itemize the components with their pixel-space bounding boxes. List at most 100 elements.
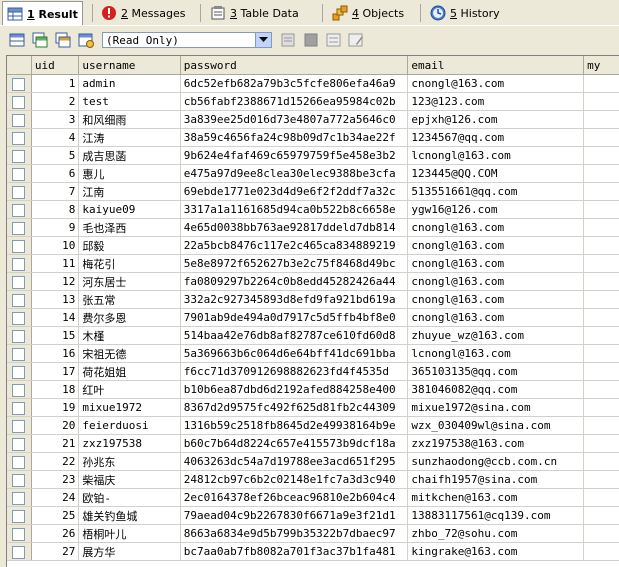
cell-more[interactable] xyxy=(583,164,619,183)
cell-password[interactable]: 9b624e4faf469c65979759f5e458e3b2 xyxy=(180,146,409,165)
export-button[interactable] xyxy=(7,30,27,50)
cell-email[interactable]: cnongl@163.com xyxy=(407,290,585,309)
cell-username[interactable]: zxz197538 xyxy=(78,434,181,453)
row-checkbox[interactable] xyxy=(12,528,25,541)
row-checkbox[interactable] xyxy=(12,384,25,397)
column-header-email[interactable]: email xyxy=(407,56,585,75)
column-header-more[interactable]: my xyxy=(583,56,619,75)
cell-password[interactable]: 7901ab9de494a0d7917c5d5ffb4bf8e0 xyxy=(180,308,409,327)
row-selector[interactable] xyxy=(7,362,32,381)
cell-more[interactable] xyxy=(583,272,619,291)
cell-username[interactable]: 惠儿 xyxy=(78,164,181,183)
table-row[interactable]: 7 江南 69ebde1771e023d4d9e6f2f2ddf7a32c 51355… xyxy=(7,182,619,201)
cell-uid[interactable]: 1 xyxy=(31,74,80,93)
row-checkbox[interactable] xyxy=(12,366,25,379)
cell-username[interactable]: 毛也泽西 xyxy=(78,218,181,237)
cell-uid[interactable]: 15 xyxy=(31,326,80,345)
cell-more[interactable] xyxy=(583,146,619,165)
cell-more[interactable] xyxy=(583,326,619,345)
cell-more[interactable] xyxy=(583,362,619,381)
row-selector[interactable] xyxy=(7,110,32,129)
cell-username[interactable]: feierduosi xyxy=(78,416,181,435)
cell-password[interactable]: b60c7b64d8224c657e415573b9dcf18a xyxy=(180,434,409,453)
cell-uid[interactable]: 19 xyxy=(31,398,80,417)
cell-username[interactable]: 孙兆东 xyxy=(78,452,181,471)
row-selector[interactable] xyxy=(7,506,32,525)
cell-username[interactable]: 成吉思菡 xyxy=(78,146,181,165)
cell-username[interactable]: 江南 xyxy=(78,182,181,201)
cell-password[interactable]: 6dc52efb682a79b3c5fcfe806efa46a9 xyxy=(180,74,409,93)
cell-more[interactable] xyxy=(583,488,619,507)
cell-uid[interactable]: 7 xyxy=(31,182,80,201)
table-row[interactable]: 14 费尔多恩 7901ab9de494a0d7917c5d5ffb4bf8e0 cn… xyxy=(7,308,619,327)
row-checkbox[interactable] xyxy=(12,186,25,199)
cell-password[interactable]: b10b6ea87dbd6d2192afed884258e400 xyxy=(180,380,409,399)
cell-more[interactable] xyxy=(583,344,619,363)
cell-password[interactable]: 3a839ee25d016d73e4807a772a5646c0 xyxy=(180,110,409,129)
row-checkbox[interactable] xyxy=(12,276,25,289)
cell-uid[interactable]: 4 xyxy=(31,128,80,147)
row-selector[interactable] xyxy=(7,74,32,93)
cell-more[interactable] xyxy=(583,236,619,255)
cell-username[interactable]: 柴福庆 xyxy=(78,470,181,489)
table-row[interactable]: 3 和风细雨 3a839ee25d016d73e4807a772a5646c0 epj… xyxy=(7,110,619,129)
cell-username[interactable]: 雄关钓鱼城 xyxy=(78,506,181,525)
table-row[interactable]: 22 孙兆东 4063263dc54a7d19788ee3acd651f295 sun… xyxy=(7,452,619,471)
cell-email[interactable]: 123445@QQ.COM xyxy=(407,164,585,183)
cell-username[interactable]: test xyxy=(78,92,181,111)
row-selector[interactable] xyxy=(7,488,32,507)
cell-uid[interactable]: 22 xyxy=(31,452,80,471)
row-selector[interactable] xyxy=(7,326,32,345)
cell-email[interactable]: kingrake@163.com xyxy=(407,542,585,561)
cell-password[interactable]: f6cc71d370912698882623fd4f4535d xyxy=(180,362,409,381)
cell-uid[interactable]: 13 xyxy=(31,290,80,309)
cell-uid[interactable]: 20 xyxy=(31,416,80,435)
cell-email[interactable]: cnongl@163.com xyxy=(407,272,585,291)
delete-row-button[interactable] xyxy=(324,30,344,50)
row-selector[interactable] xyxy=(7,344,32,363)
cell-more[interactable] xyxy=(583,254,619,273)
cell-uid[interactable]: 18 xyxy=(31,380,80,399)
row-selector[interactable] xyxy=(7,434,32,453)
column-header-password[interactable]: password xyxy=(180,56,409,75)
cell-email[interactable]: cnongl@163.com xyxy=(407,308,585,327)
row-selector[interactable] xyxy=(7,272,32,291)
row-selector[interactable] xyxy=(7,380,32,399)
cell-more[interactable] xyxy=(583,542,619,561)
row-selector[interactable] xyxy=(7,92,32,111)
cell-uid[interactable]: 2 xyxy=(31,92,80,111)
cell-more[interactable] xyxy=(583,200,619,219)
cell-password[interactable]: 22a5bcb8476c117e2c465ca834889219 xyxy=(180,236,409,255)
cell-more[interactable] xyxy=(583,308,619,327)
cell-email[interactable]: cnongl@163.com xyxy=(407,236,585,255)
cell-password[interactable]: 38a59c4656fa24c98b09d7c1b34ae22f xyxy=(180,128,409,147)
row-checkbox[interactable] xyxy=(12,456,25,469)
tab-table-data[interactable]: 3 Table Data xyxy=(206,2,303,24)
cell-email[interactable]: mixue1972@sina.com xyxy=(407,398,585,417)
row-checkbox[interactable] xyxy=(12,402,25,415)
table-row[interactable]: 15 木槿 514baa42e76db8af82787ce610fd60d8 zhuy… xyxy=(7,326,619,345)
cell-more[interactable] xyxy=(583,506,619,525)
cell-uid[interactable]: 10 xyxy=(31,236,80,255)
cell-username[interactable]: kaiyue09 xyxy=(78,200,181,219)
cell-username[interactable]: 欧铂- xyxy=(78,488,181,507)
row-checkbox[interactable] xyxy=(12,510,25,523)
cell-password[interactable]: 2ec0164378ef26bceac96810e2b604c4 xyxy=(180,488,409,507)
row-checkbox[interactable] xyxy=(12,546,25,559)
cell-more[interactable] xyxy=(583,524,619,543)
first-record-button[interactable] xyxy=(278,30,298,50)
cell-more[interactable] xyxy=(583,434,619,453)
save-grid-button[interactable] xyxy=(53,30,73,50)
cell-email[interactable]: 513551661@qq.com xyxy=(407,182,585,201)
cell-more[interactable] xyxy=(583,398,619,417)
cell-username[interactable]: 木槿 xyxy=(78,326,181,345)
cell-email[interactable]: zhuyue_wz@163.com xyxy=(407,326,585,345)
cell-more[interactable] xyxy=(583,182,619,201)
row-checkbox[interactable] xyxy=(12,96,25,109)
table-row[interactable]: 13 张五常 332a2c927345893d8efd9fa921bd619a cno… xyxy=(7,290,619,309)
row-checkbox[interactable] xyxy=(12,132,25,145)
cell-password[interactable]: bc7aa0ab7fb8082a701f3ac37b1fa481 xyxy=(180,542,409,561)
row-checkbox[interactable] xyxy=(12,330,25,343)
row-selector[interactable] xyxy=(7,236,32,255)
cell-password[interactable]: 1316b59c2518fb8645d2e49938164b9e xyxy=(180,416,409,435)
